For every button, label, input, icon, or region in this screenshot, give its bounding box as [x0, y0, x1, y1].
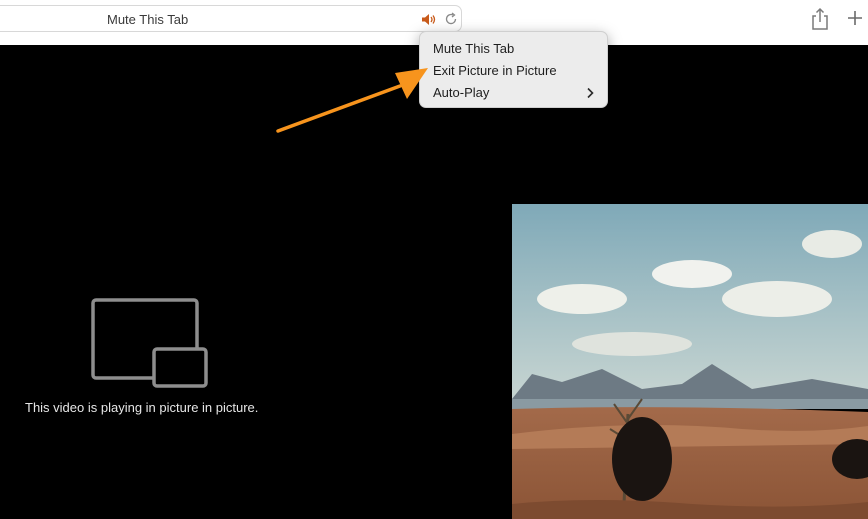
pip-status-message: This video is playing in picture in pict…: [25, 400, 259, 415]
chevron-right-icon: [587, 87, 594, 99]
tab-audio-context-menu: Mute This Tab Exit Picture in Picture Au…: [419, 31, 608, 108]
plus-icon[interactable]: [846, 9, 864, 27]
address-bar-text: Mute This Tab: [107, 12, 189, 27]
pip-video-frame[interactable]: [512, 204, 868, 519]
share-icon[interactable]: [810, 7, 830, 31]
menu-item-auto-play[interactable]: Auto-Play: [433, 85, 489, 100]
picture-in-picture-icon: [91, 298, 208, 388]
menu-item-exit-picture-in-picture[interactable]: Exit Picture in Picture: [433, 63, 557, 78]
address-bar[interactable]: Mute This Tab: [0, 5, 462, 32]
menu-item-mute-this-tab[interactable]: Mute This Tab: [433, 41, 514, 56]
speaker-icon[interactable]: [421, 13, 437, 26]
reload-icon[interactable]: [444, 12, 458, 26]
